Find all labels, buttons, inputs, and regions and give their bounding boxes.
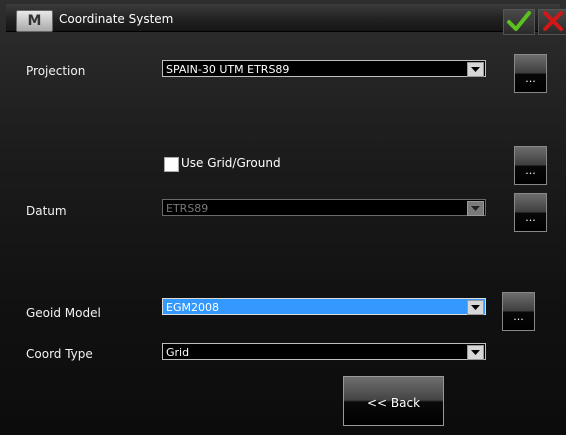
- projection-more-button[interactable]: ...: [514, 54, 547, 93]
- geoid-more-button[interactable]: ...: [502, 292, 535, 331]
- check-icon: [507, 11, 531, 31]
- cancel-button[interactable]: [538, 9, 566, 35]
- back-button[interactable]: << Back: [343, 376, 444, 426]
- grid-ground-more-button[interactable]: ...: [514, 146, 547, 185]
- app-logo: M: [16, 10, 53, 32]
- datum-label: Datum: [26, 204, 67, 218]
- title-bar: M Coordinate System: [6, 4, 566, 35]
- datum-more-button[interactable]: ...: [514, 193, 547, 232]
- coordinate-system-window: M Coordinate System Projection SPAIN-30 …: [0, 0, 566, 435]
- datum-value: ETRS89: [166, 202, 209, 215]
- use-grid-ground-checkbox[interactable]: [164, 157, 179, 172]
- chevron-down-icon[interactable]: [467, 62, 484, 77]
- projection-select[interactable]: SPAIN-30 UTM ETRS89: [162, 60, 486, 77]
- projection-label: Projection: [26, 64, 86, 78]
- geoid-model-label: Geoid Model: [26, 306, 101, 320]
- geoid-model-value: EGM2008: [166, 301, 219, 314]
- window-title: Coordinate System: [59, 12, 174, 26]
- datum-select: ETRS89: [162, 199, 486, 216]
- chevron-down-icon: [467, 201, 484, 216]
- coord-type-label: Coord Type: [26, 347, 93, 361]
- coord-type-select[interactable]: Grid: [162, 343, 486, 360]
- geoid-model-select[interactable]: EGM2008: [162, 298, 486, 315]
- close-icon: [543, 11, 563, 31]
- chevron-down-icon[interactable]: [467, 345, 484, 360]
- ok-button[interactable]: [503, 9, 535, 35]
- use-grid-ground-label: Use Grid/Ground: [181, 156, 281, 170]
- projection-value: SPAIN-30 UTM ETRS89: [166, 63, 290, 76]
- chevron-down-icon[interactable]: [467, 300, 484, 315]
- coord-type-value: Grid: [166, 346, 190, 359]
